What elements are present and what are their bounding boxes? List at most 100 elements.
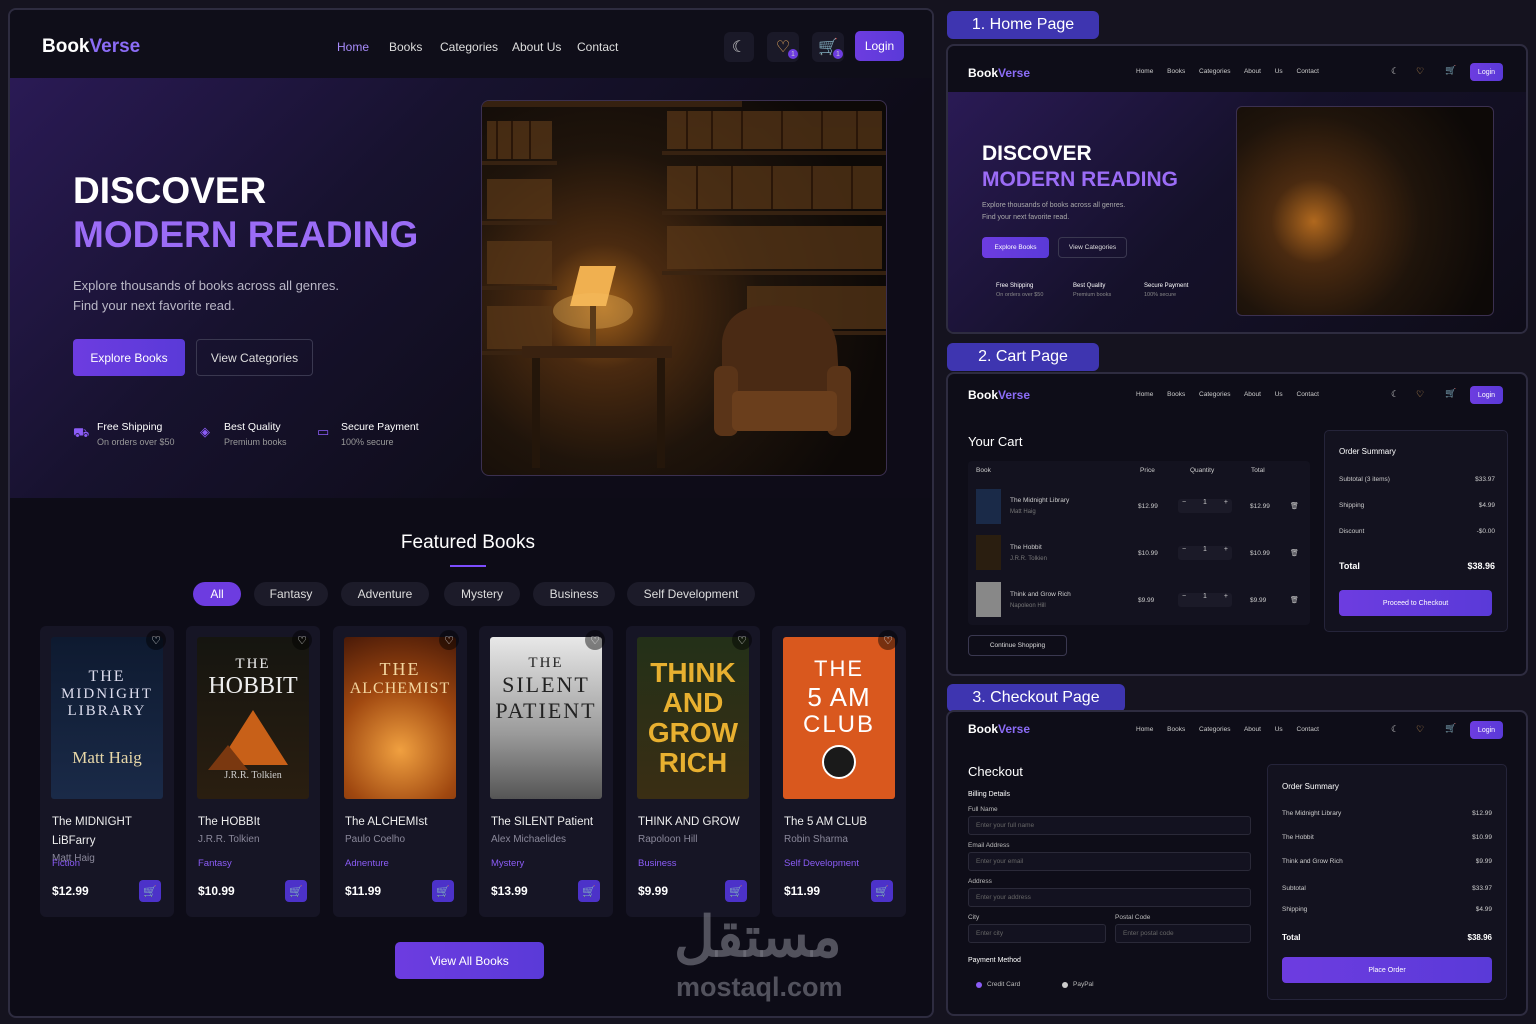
heart-icon[interactable]: ♡: [1416, 389, 1424, 400]
book-author: Rapoloon Hill: [638, 834, 698, 845]
city-field[interactable]: Enter city: [968, 924, 1106, 943]
book-category: Mystery: [491, 858, 525, 869]
label-checkout-page: 3. Checkout Page: [947, 684, 1125, 712]
full-name-field[interactable]: Enter your full name: [968, 816, 1251, 835]
login-button[interactable]: Login: [1470, 63, 1503, 81]
book-cover: THE HOBBIT J.R.R. Tolkien: [197, 637, 309, 799]
label-cart-page: 2. Cart Page: [947, 343, 1099, 371]
cart-icon: 🛒: [582, 885, 596, 898]
filter-adventure[interactable]: Adventure: [341, 582, 429, 606]
book-card[interactable]: THE HOBBIT J.R.R. Tolkien ♡ The HOBBIt J…: [186, 626, 320, 917]
book-card[interactable]: THE SILENT PATIENT ♡ The SILENT Patient …: [479, 626, 613, 917]
favorite-heart-icon[interactable]: ♡: [878, 630, 898, 650]
hero-library-image: [1236, 106, 1494, 316]
view-categories-button[interactable]: View Categories: [1058, 237, 1127, 258]
place-order-button[interactable]: Place Order: [1282, 957, 1492, 983]
clock-icon: [822, 745, 856, 779]
book-title: The MIDNIGHT LiBFarry: [52, 816, 132, 847]
proceed-to-checkout-button[interactable]: Proceed to Checkout: [1339, 590, 1492, 616]
login-button[interactable]: Login: [1470, 386, 1503, 404]
book-category: Self Development: [784, 858, 859, 869]
paypal-radio[interactable]: [1062, 982, 1068, 988]
moon-icon[interactable]: ☾: [1391, 66, 1399, 77]
filter-self-development[interactable]: Self Development: [627, 582, 755, 606]
postal-code-field[interactable]: Enter postal code: [1115, 924, 1251, 943]
moon-icon: ☾: [731, 39, 747, 56]
book-title: THINK AND GROW: [638, 816, 740, 828]
cart-table: Book Price Quantity Total The Midnight L…: [968, 461, 1310, 625]
explore-books-button[interactable]: Explore Books: [982, 237, 1049, 258]
nav-categories[interactable]: Categories: [440, 40, 498, 54]
theme-toggle-button[interactable]: ☾: [724, 32, 754, 62]
trash-icon[interactable]: 🗑: [1290, 502, 1299, 510]
thumb-cart-page: BookVerse Home Books Categories About Us…: [946, 372, 1528, 676]
favorite-heart-icon[interactable]: ♡: [146, 630, 166, 650]
quantity-stepper[interactable]: −1 +: [1178, 593, 1232, 607]
favorite-heart-icon[interactable]: ♡: [585, 630, 605, 650]
book-title: The SILENT Patient: [491, 816, 594, 828]
mountain-illustration: [208, 709, 288, 770]
moon-icon[interactable]: ☾: [1391, 389, 1399, 400]
wishlist-count-badge: 1: [788, 49, 798, 59]
trash-icon[interactable]: 🗑: [1290, 596, 1299, 604]
credit-card-radio[interactable]: [976, 982, 982, 988]
book-price: $13.99: [491, 884, 528, 898]
filter-mystery[interactable]: Mystery: [444, 582, 520, 606]
book-title: The HOBBIt: [198, 816, 260, 828]
login-button[interactable]: Login: [1470, 721, 1503, 739]
heart-icon[interactable]: ♡: [1416, 724, 1424, 735]
trash-icon[interactable]: 🗑: [1290, 549, 1299, 557]
heart-icon[interactable]: ♡: [1416, 66, 1424, 77]
quantity-stepper[interactable]: −1 +: [1178, 546, 1232, 560]
thumb-home-page: BookVerse Home Books Categories About Us…: [946, 44, 1528, 334]
add-to-cart-button[interactable]: 🛒: [432, 880, 454, 902]
book-thumbnail: [976, 535, 1001, 570]
view-categories-button[interactable]: View Categories: [196, 339, 313, 376]
book-cover: THE MIDNIGHT LIBRARY Matt Haig: [51, 637, 163, 799]
address-field[interactable]: Enter your address: [968, 888, 1251, 907]
book-card[interactable]: THINK AND GROW RICH ♡ THINK AND GROW Rap…: [626, 626, 760, 917]
featured-title: Featured Books: [400, 532, 536, 553]
book-title: The 5 AM CLUB: [784, 816, 868, 828]
hero-library-image: [481, 100, 887, 476]
filter-business[interactable]: Business: [533, 582, 615, 606]
favorite-heart-icon[interactable]: ♡: [732, 630, 752, 650]
nav-about[interactable]: About Us: [512, 40, 561, 54]
book-card[interactable]: THE 5 AM CLUB ♡ The 5 AM CLUB Robin Shar…: [772, 626, 906, 917]
filter-all[interactable]: All: [193, 582, 241, 606]
nav-home[interactable]: Home: [337, 40, 369, 54]
book-cover: THE 5 AM CLUB: [783, 637, 895, 799]
email-field[interactable]: Enter your email: [968, 852, 1251, 871]
favorite-heart-icon[interactable]: ♡: [292, 630, 312, 650]
cart-icon[interactable]: 🛒: [1445, 65, 1456, 76]
top-nav: BookVerse Home Books Categories About Us…: [10, 10, 932, 78]
favorite-heart-icon[interactable]: ♡: [439, 630, 459, 650]
add-to-cart-button[interactable]: 🛒: [285, 880, 307, 902]
logo[interactable]: BookVerse: [42, 36, 140, 58]
book-card[interactable]: THE MIDNIGHT LIBRARY Matt Haig ♡ The MID…: [40, 626, 174, 917]
book-cover: THINK AND GROW RICH: [637, 637, 749, 799]
quantity-stepper[interactable]: −1 +: [1178, 499, 1232, 513]
hero-section: DISCOVER MODERN READING Explore thousand…: [10, 78, 932, 498]
cart-button[interactable]: 🛒 1: [812, 32, 844, 62]
book-price: $10.99: [198, 884, 235, 898]
explore-books-button[interactable]: Explore Books: [73, 339, 185, 376]
nav-contact[interactable]: Contact: [577, 40, 618, 54]
login-button[interactable]: Login: [855, 31, 904, 61]
filter-fantasy[interactable]: Fantasy: [254, 582, 328, 606]
cart-icon[interactable]: 🛒: [1445, 388, 1456, 399]
cart-icon[interactable]: 🛒: [1445, 723, 1456, 734]
view-all-books-button[interactable]: View All Books: [395, 942, 544, 979]
add-to-cart-button[interactable]: 🛒: [871, 880, 893, 902]
hero-subtitle-1: Explore thousands of books across all ge…: [73, 278, 339, 293]
add-to-cart-button[interactable]: 🛒: [578, 880, 600, 902]
book-price: $11.99: [345, 884, 382, 898]
add-to-cart-button[interactable]: 🛒: [725, 880, 747, 902]
moon-icon[interactable]: ☾: [1391, 724, 1399, 735]
wishlist-button[interactable]: ♡ 1: [767, 32, 799, 62]
book-card[interactable]: THE ALCHEMIST ♡ The ALCHEMIst Paulo Coel…: [333, 626, 467, 917]
add-to-cart-button[interactable]: 🛒: [139, 880, 161, 902]
continue-shopping-button[interactable]: Continue Shopping: [968, 635, 1067, 656]
book-price: $11.99: [784, 884, 821, 898]
nav-books[interactable]: Books: [389, 40, 422, 54]
